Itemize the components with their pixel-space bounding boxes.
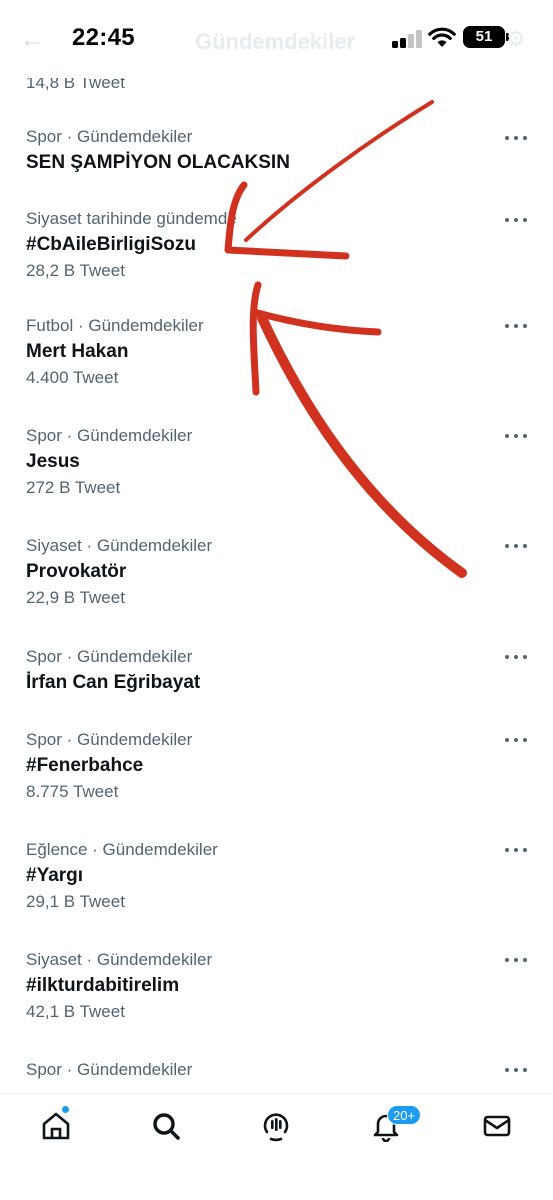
messages-icon[interactable] [481,1110,513,1142]
trend-name: #Yargı [26,865,84,886]
spaces-icon[interactable] [260,1110,292,1142]
trend-name: Mert Hakan [26,341,129,362]
more-options-icon[interactable] [505,316,527,336]
trend-context: Spor · Gündemdekiler [26,647,193,666]
trend-context: Spor · Gündemdekiler [26,127,193,146]
trend-item[interactable]: Spor · Gündemdekiler İrfan Can Eğribayat [0,629,553,712]
unread-dot [62,1106,69,1113]
page-title: Gündemdekiler [195,29,356,54]
more-options-icon[interactable] [505,128,527,148]
trend-count: 272 B Tweet [26,478,121,497]
trend-count: 22,9 B Tweet [26,588,125,607]
trend-context: Spor · Gündemdekiler [26,1060,193,1079]
bottom-nav: 20+ [0,1093,553,1200]
trend-item[interactable]: Spor · Gündemdekiler SEN ŞAMPİYON OLACAK… [0,112,553,186]
trend-item[interactable]: Spor · Gündemdekiler #Fenerbahce 8.775 T… [0,712,553,822]
trend-item[interactable]: Spor · Gündemdekiler Jesus 272 B Tweet [0,408,553,518]
trend-name: SEN ŞAMPİYON OLACAKSIN [26,152,290,173]
more-options-icon[interactable] [505,840,527,860]
home-icon[interactable] [40,1110,72,1142]
trends-list: 14,8 B Tweet Spor · Gündemdekiler SEN ŞA… [0,60,553,1122]
more-options-icon[interactable] [505,1060,527,1080]
trend-name: Jesus [26,451,80,472]
more-options-icon[interactable] [505,950,527,970]
trend-context: Siyaset tarihinde gündemde [26,209,237,228]
trend-context: Eğlence · Gündemdekiler [26,840,218,859]
search-icon[interactable] [150,1110,182,1142]
trend-count: 8.775 Tweet [26,782,119,801]
more-options-icon[interactable] [505,536,527,556]
back-arrow-icon[interactable]: ← [20,26,44,54]
trend-context: Siyaset · Gündemdekiler [26,536,213,555]
settings-gear-icon[interactable]: ⚙ [506,26,526,52]
trend-count: 28,2 B Tweet [26,261,125,280]
more-options-icon[interactable] [505,730,527,750]
notification-badge: 20+ [387,1105,422,1125]
trend-context: Spor · Gündemdekiler [26,426,193,445]
trend-item[interactable]: Futbol · Gündemdekiler Mert Hakan 4.400 … [0,298,553,408]
trend-count: 29,1 B Tweet [26,892,125,911]
trend-name: #CbAileBirligiSozu [26,234,196,255]
trend-name: İrfan Can Eğribayat [26,672,201,693]
cellular-signal-icon [392,30,424,48]
trend-count: 42,1 B Tweet [26,1002,125,1021]
trend-context: Spor · Gündemdekiler [26,730,193,749]
trend-name: Provokatör [26,561,127,582]
more-options-icon[interactable] [505,210,527,230]
trend-item[interactable]: Siyaset · Gündemdekiler Provokatör 22,9 … [0,518,553,629]
battery-icon: 51 [463,26,505,48]
wifi-icon [428,27,456,47]
trend-context: Futbol · Gündemdekiler [26,316,204,335]
trend-context: Siyaset · Gündemdekiler [26,950,213,969]
trend-item[interactable]: Eğlence · Gündemdekiler #Yargı 29,1 B Tw… [0,822,553,932]
more-options-icon[interactable] [505,426,527,446]
trend-item[interactable]: Siyaset tarihinde gündemde #CbAileBirlig… [0,186,553,298]
status-bar: ← Gündemdekiler 22:45 51 ⚙ [0,0,553,78]
status-time: 22:45 [72,24,135,51]
trend-name: #ilkturdabitirelim [26,975,180,996]
trend-name: #Fenerbahce [26,755,144,776]
trend-item[interactable]: Siyaset · Gündemdekiler #ilkturdabitirel… [0,932,553,1042]
more-options-icon[interactable] [505,647,527,667]
trend-count: 4.400 Tweet [26,368,119,387]
